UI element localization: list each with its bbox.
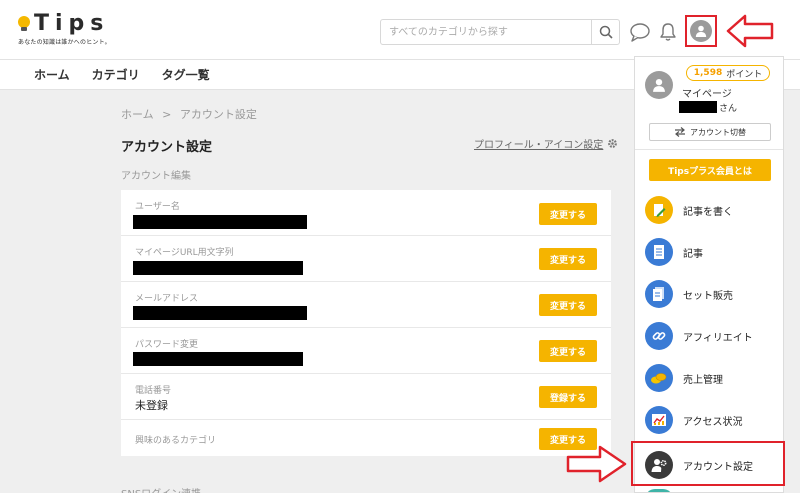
- page-title: アカウント設定: [121, 140, 213, 155]
- menu-label: セット販売: [683, 290, 733, 302]
- search-icon: [599, 25, 613, 39]
- account-dropdown-menu: 1,598 ポイント マイページ さん アカウント切替 Tipsプラス会員とは …: [634, 56, 784, 493]
- coins-icon: [645, 364, 673, 392]
- points-badge[interactable]: 1,598 ポイント: [686, 65, 770, 81]
- menu-label: 売上管理: [683, 374, 723, 386]
- user-icon: [653, 78, 665, 92]
- lightbulb-icon: [18, 16, 30, 32]
- breadcrumb-current: アカウント設定: [179, 108, 257, 121]
- change-username-button[interactable]: 変更する: [539, 203, 597, 225]
- next-menu-icon-partial: [645, 489, 673, 492]
- menu-label: アフィリエイト: [683, 332, 753, 344]
- row-label: パスワード変更: [135, 340, 199, 350]
- logo-tagline: あなたの知識は誰かへのヒント。: [18, 39, 111, 46]
- menu-item-affiliate[interactable]: アフィリエイト: [635, 315, 783, 357]
- arrow-right-annotation: [566, 445, 627, 483]
- divider: [635, 149, 783, 150]
- menu-label: 記事: [683, 248, 703, 260]
- mypage-link[interactable]: マイページ: [682, 85, 732, 100]
- notification-button[interactable]: [656, 20, 680, 44]
- gear-icon: [608, 139, 618, 148]
- arrow-left-annotation: [726, 14, 774, 48]
- section-label: アカウント編集: [121, 171, 191, 182]
- change-url-button[interactable]: 変更する: [539, 248, 597, 270]
- sns-login-label: SNSログイン連携: [121, 485, 201, 493]
- row-mypage-url: マイページURL用文字列 変更する: [121, 236, 611, 282]
- document-icon: [645, 238, 673, 266]
- row-label: ユーザー名: [135, 202, 180, 212]
- tips-plus-button[interactable]: Tipsプラス会員とは: [649, 159, 771, 181]
- row-username: ユーザー名 変更する: [121, 190, 611, 236]
- breadcrumb-separator: >: [162, 108, 172, 121]
- user-icon: [695, 25, 707, 37]
- menu-item-access-status[interactable]: アクセス状況: [635, 399, 783, 441]
- switch-account-button[interactable]: アカウント切替: [649, 123, 771, 141]
- redacted-value: [133, 215, 307, 229]
- menu-item-write-article[interactable]: 記事を書く: [635, 189, 783, 231]
- logo[interactable]: Tips あなたの知識は誰かへのヒント。: [18, 11, 111, 46]
- row-interest-category: 興味のあるカテゴリ 変更する: [121, 420, 611, 456]
- search-box: [380, 19, 620, 45]
- profile-link-label: プロフィール・アイコン設定: [474, 140, 604, 151]
- menu-item-articles[interactable]: 記事: [635, 231, 783, 273]
- pencil-icon: [645, 196, 673, 224]
- menu-item-set-sales[interactable]: セット販売: [635, 273, 783, 315]
- row-password: パスワード変更 変更する: [121, 328, 611, 374]
- profile-icon-settings-link[interactable]: プロフィール・アイコン設定: [474, 136, 618, 151]
- search-input[interactable]: [381, 20, 591, 44]
- breadcrumb: ホーム > アカウント設定: [121, 106, 257, 122]
- redacted-value: [133, 306, 307, 320]
- breadcrumb-home[interactable]: ホーム: [121, 108, 154, 121]
- row-label: 興味のあるカテゴリ: [135, 436, 217, 446]
- highlight-annotation: [631, 441, 785, 486]
- logo-text: Tips: [34, 11, 110, 36]
- row-phone: 電話番号 未登録 登録する: [121, 374, 611, 420]
- nav-item-tags[interactable]: タグ一覧: [162, 66, 210, 83]
- comment-button[interactable]: [628, 20, 652, 44]
- chart-icon: [645, 406, 673, 434]
- redacted-value: [133, 352, 303, 366]
- search-button[interactable]: [591, 20, 619, 44]
- honorific-label: さん: [719, 104, 738, 114]
- dropdown-avatar[interactable]: [645, 71, 673, 99]
- points-value: 1,598: [693, 68, 723, 78]
- phone-value: 未登録: [135, 399, 168, 412]
- row-label: メールアドレス: [135, 294, 199, 304]
- row-label: 電話番号: [135, 386, 172, 396]
- points-unit: ポイント: [726, 69, 763, 80]
- avatar: [690, 20, 712, 42]
- register-phone-button[interactable]: 登録する: [539, 386, 597, 408]
- link-icon: [645, 322, 673, 350]
- comment-icon: [630, 23, 650, 42]
- switch-arrows-icon: [675, 127, 685, 137]
- change-email-button[interactable]: 変更する: [539, 294, 597, 316]
- menu-label: アクセス状況: [683, 416, 743, 428]
- row-label: マイページURL用文字列: [135, 248, 234, 258]
- nav-item-category[interactable]: カテゴリ: [92, 66, 140, 83]
- header: Tips あなたの知識は誰かへのヒント。: [0, 0, 800, 60]
- menu-item-sales-management[interactable]: 売上管理: [635, 357, 783, 399]
- bell-icon: [660, 23, 676, 41]
- account-settings-card: ユーザー名 変更する マイページURL用文字列 変更する メールアドレス 変更す…: [121, 190, 611, 456]
- redacted-value: [133, 261, 303, 275]
- account-menu-button[interactable]: [685, 15, 717, 47]
- menu-label: 記事を書く: [683, 206, 733, 218]
- switch-account-label: アカウント切替: [690, 127, 746, 137]
- row-email: メールアドレス 変更する: [121, 282, 611, 328]
- nav-item-home[interactable]: ホーム: [34, 66, 70, 83]
- docs-icon: [645, 280, 673, 308]
- change-password-button[interactable]: 変更する: [539, 340, 597, 362]
- redacted-username: [679, 101, 717, 113]
